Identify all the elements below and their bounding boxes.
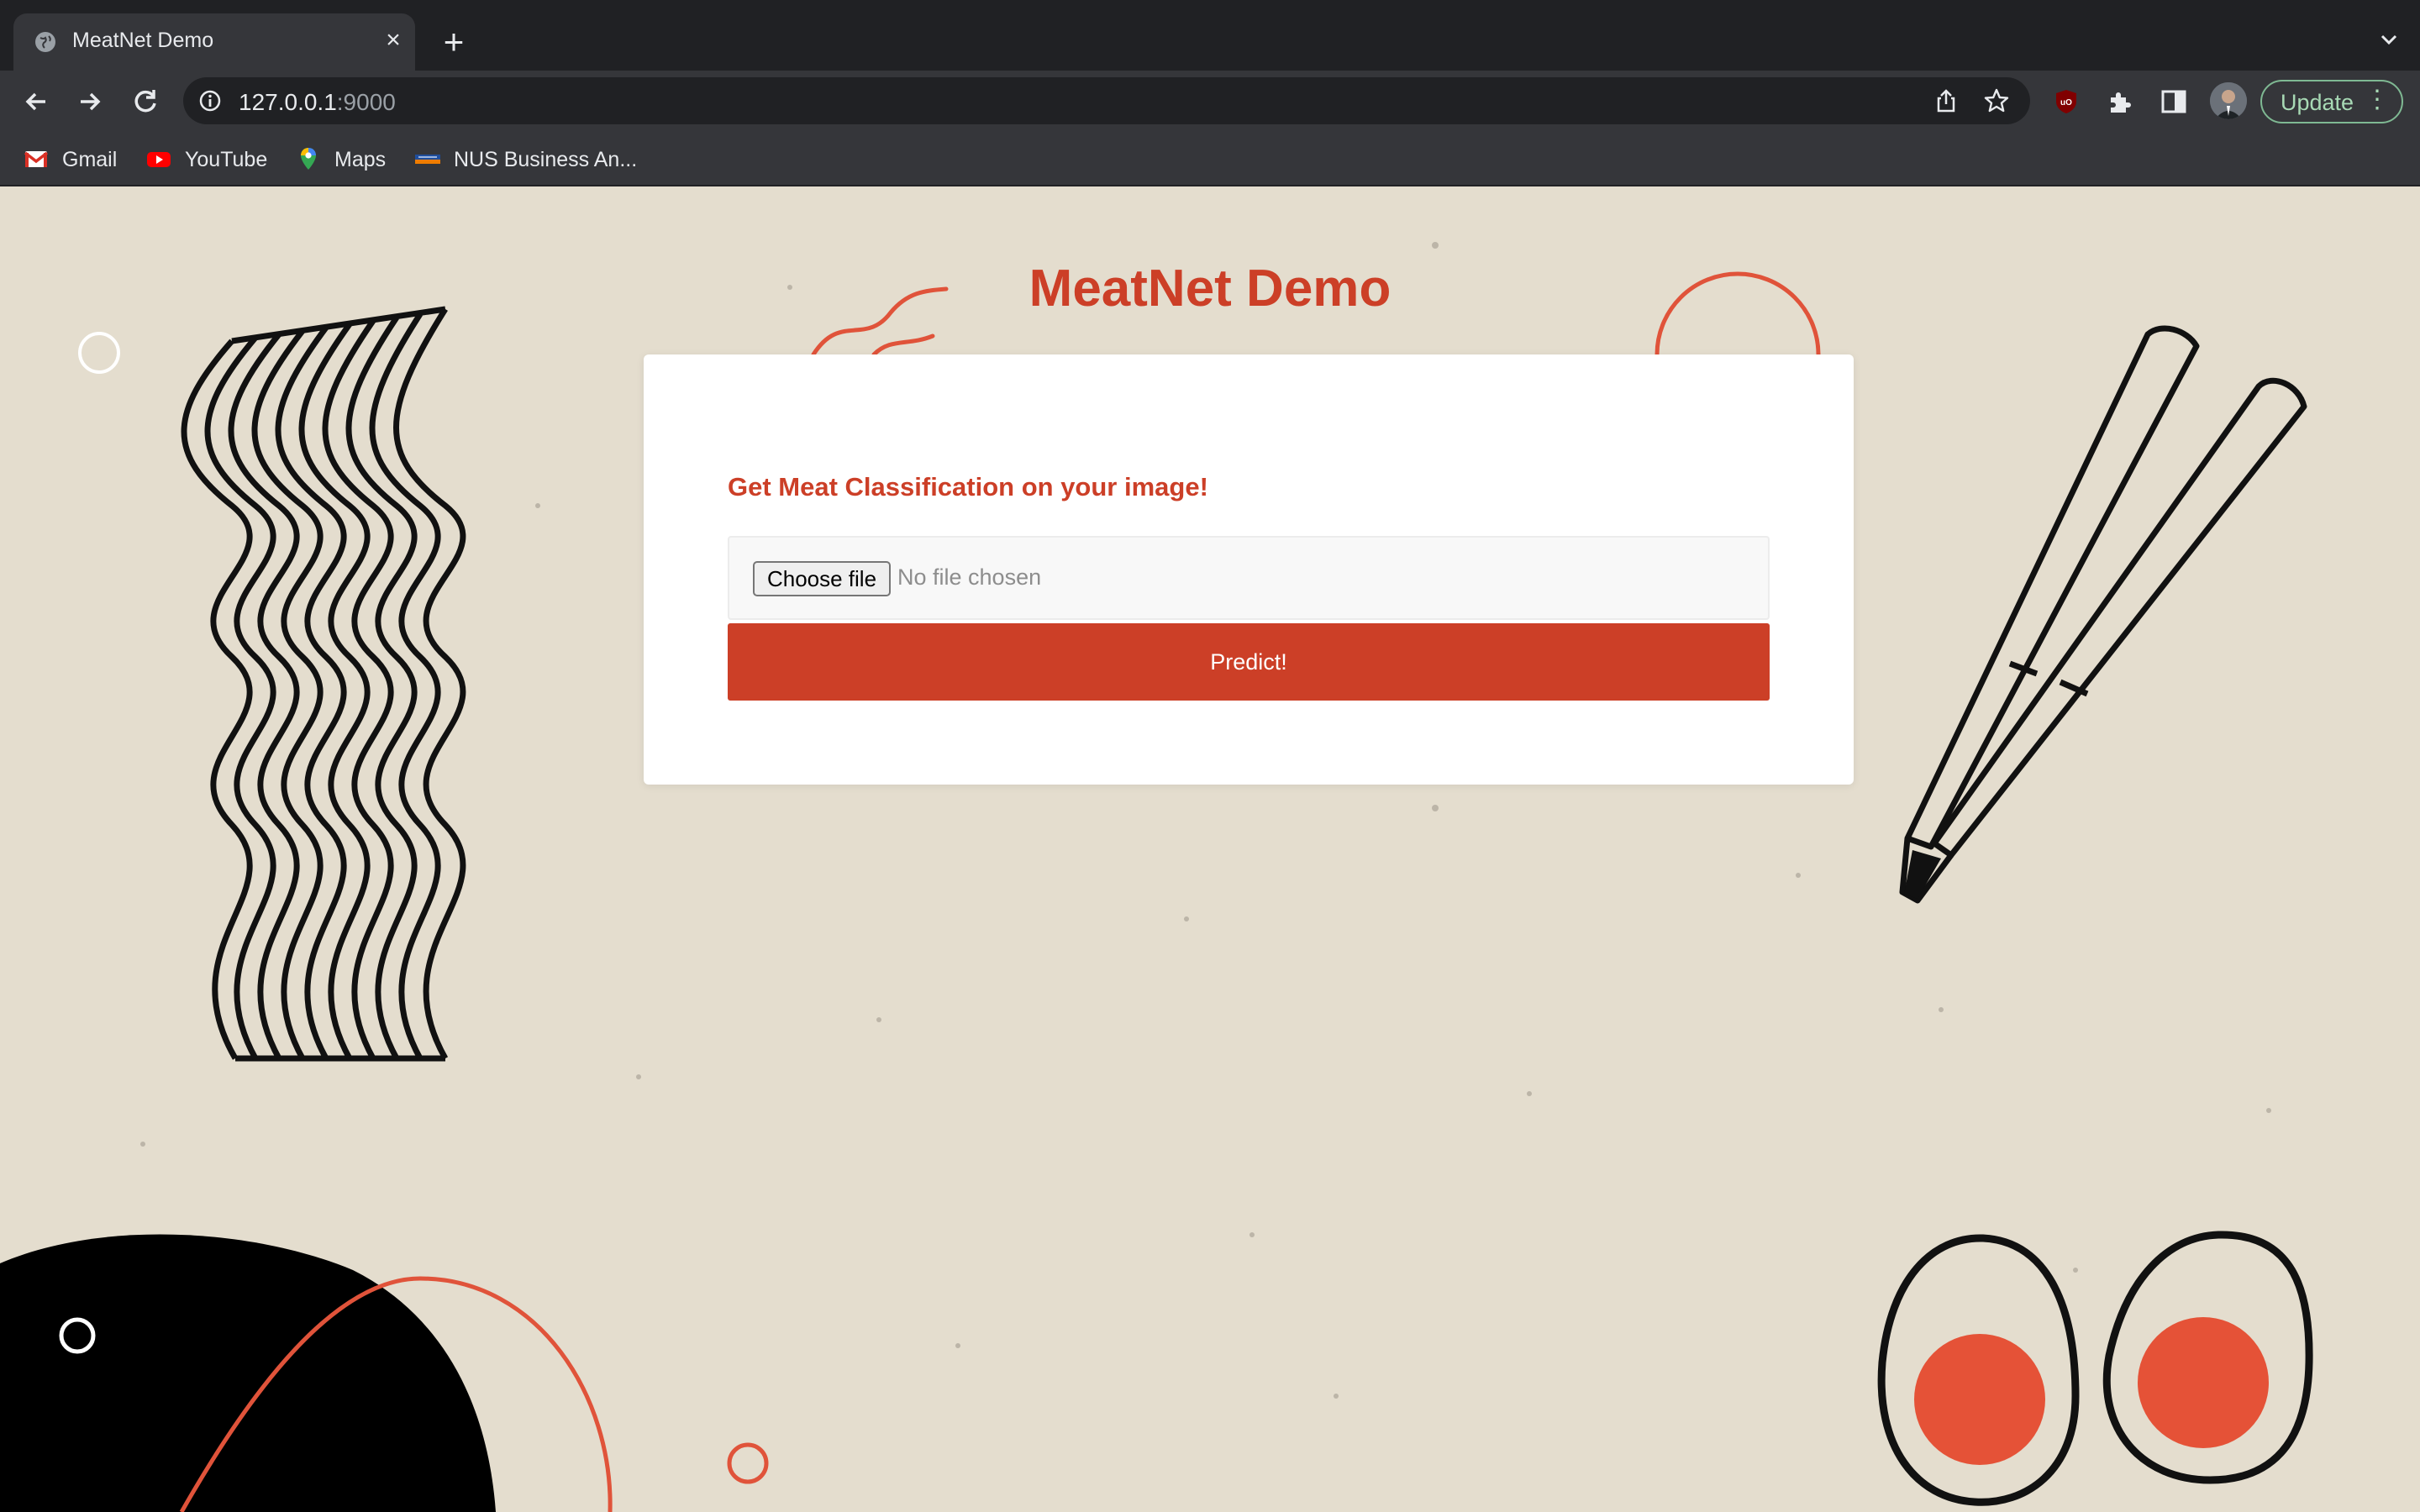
info-icon[interactable] [198, 89, 222, 113]
tab-strip: MeatNet Demo × + [0, 0, 2420, 71]
globe-icon [35, 32, 55, 52]
chopsticks-illustration [1899, 325, 2307, 904]
new-tab-icon[interactable]: + [435, 24, 472, 60]
bowl-illustration [0, 1234, 496, 1512]
svg-text:uO: uO [2060, 98, 2072, 108]
url-port: :9000 [336, 89, 396, 115]
page-title: MeatNet Demo [1028, 260, 1392, 318]
address-bar[interactable]: 127.0.0.1:9000 [183, 77, 2030, 124]
maps-icon [301, 148, 316, 170]
back-icon[interactable] [18, 84, 54, 119]
side-panel-icon[interactable] [2160, 87, 2188, 116]
update-button[interactable]: Update ⋮ [2260, 80, 2403, 123]
more-menu-icon[interactable]: ⋮ [2365, 85, 2390, 114]
file-status-text: No file chosen [897, 564, 1042, 590]
bookmark-label: YouTube [185, 148, 268, 171]
forward-icon[interactable] [72, 84, 108, 119]
egg-illustration [1877, 1231, 2313, 1506]
predict-button[interactable]: Predict! [728, 623, 1770, 701]
chevron-down-icon[interactable] [2375, 25, 2403, 54]
star-icon[interactable] [1983, 87, 2010, 114]
ring-decoration [727, 1442, 769, 1484]
upload-card: Get Meat Classification on your image! C… [644, 354, 1854, 785]
profile-avatar[interactable] [2210, 82, 2247, 119]
close-tab-icon[interactable]: × [378, 25, 408, 55]
card-heading: Get Meat Classification on your image! [728, 472, 1208, 501]
youtube-icon [147, 152, 171, 167]
avatar-image [2210, 82, 2247, 119]
page-viewport: MeatNet Demo Get Meat Classification on … [0, 186, 2420, 1512]
file-input-field[interactable]: Choose file No file chosen [728, 536, 1770, 620]
noodle-illustration [181, 306, 466, 1062]
bookmark-label: Gmail [62, 148, 118, 171]
url-host: 127.0.0.1 [239, 89, 337, 115]
nus-icon [415, 155, 440, 164]
ring-decoration [78, 332, 120, 374]
puzzle-icon[interactable] [2106, 87, 2134, 116]
bookmark-label: NUS Business An... [454, 148, 638, 171]
tab-title: MeatNet Demo [72, 29, 214, 52]
share-icon[interactable] [1933, 87, 1960, 114]
reload-icon[interactable] [128, 84, 163, 119]
update-label: Update [2281, 90, 2354, 115]
bookmarks-bar: Gmail YouTube Maps NUS Business An... [0, 133, 2420, 186]
url-text: 127.0.0.1:9000 [239, 89, 396, 116]
browser-tab[interactable]: MeatNet Demo × [13, 13, 415, 71]
bookmark-label: Maps [334, 148, 387, 171]
gmail-icon [24, 151, 49, 167]
choose-file-button[interactable]: Choose file [753, 561, 891, 596]
browser-toolbar: 127.0.0.1:9000 uO Update ⋮ [0, 71, 2420, 133]
ublock-icon[interactable]: uO [2052, 87, 2081, 116]
